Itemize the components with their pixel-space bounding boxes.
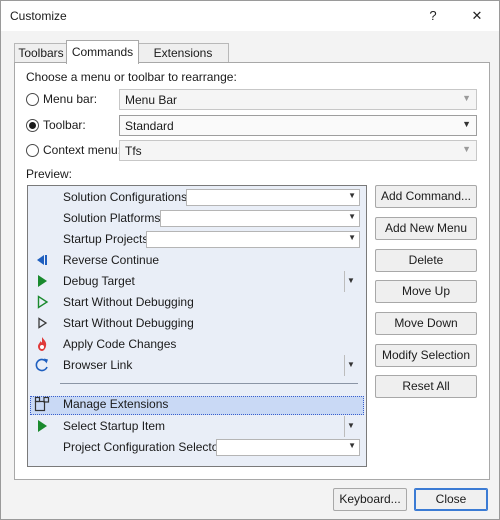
title-bar: Customize ? ✕	[1, 1, 499, 31]
play-outline-green-icon	[37, 295, 49, 309]
play-outline-icon	[38, 317, 48, 329]
context-menu-select[interactable]: Tfs ▼	[119, 140, 477, 161]
list-item[interactable]: Start Without Debugging	[28, 292, 366, 313]
chevron-down-icon: ▼	[347, 421, 355, 430]
list-item[interactable]: Solution Platforms ▼	[28, 208, 366, 229]
list-item-label: Startup Projects	[63, 232, 149, 246]
chevron-down-icon: ▼	[348, 441, 356, 450]
list-item[interactable]: Project Configuration Selector ▼	[28, 437, 366, 458]
chevron-down-icon: ▼	[462, 119, 471, 129]
chevron-down-icon: ▼	[462, 93, 471, 103]
solution-platforms-combo[interactable]: ▼	[160, 210, 360, 227]
close-button[interactable]: Close	[414, 488, 488, 511]
list-item-label: Project Configuration Selector	[63, 440, 223, 454]
toolbar-label: Toolbar:	[43, 118, 86, 132]
tab-label: Commands	[71, 45, 134, 59]
preview-label: Preview:	[26, 167, 73, 181]
move-up-button[interactable]: Move Up	[375, 280, 477, 303]
list-item-selected[interactable]: Manage Extensions	[28, 394, 366, 415]
window-title: Customize	[10, 9, 67, 23]
toolbar-radio[interactable]	[26, 119, 39, 132]
list-item-label: Start Without Debugging	[63, 295, 194, 309]
debug-target-dropdown[interactable]: ▼	[344, 271, 355, 292]
section-heading: Choose a menu or toolbar to rearrange:	[26, 70, 237, 84]
tab-label: Toolbars	[18, 46, 64, 60]
list-item-label: Reverse Continue	[63, 253, 160, 267]
list-item[interactable]: Select Startup Item ▼	[28, 416, 366, 437]
chevron-down-icon: ▼	[347, 276, 355, 285]
list-item[interactable]: Debug Target ▼	[28, 271, 366, 292]
list-item-label: Manage Extensions	[63, 397, 169, 411]
project-configuration-combo[interactable]: ▼	[216, 439, 360, 456]
play-green-icon	[38, 420, 47, 432]
menu-bar-label: Menu bar:	[43, 92, 98, 106]
startup-projects-combo[interactable]: ▼	[146, 231, 360, 248]
preview-list: Solution Configurations ▼ Solution Platf…	[27, 185, 367, 467]
add-command-button[interactable]: Add Command...	[375, 185, 477, 208]
menu-bar-radio[interactable]	[26, 93, 39, 106]
context-menu-radio[interactable]	[26, 144, 39, 157]
reverse-continue-icon	[37, 255, 47, 265]
tab-commands[interactable]: Commands	[66, 40, 139, 64]
menu-bar-value: Menu Bar	[125, 93, 178, 107]
separator	[60, 383, 358, 384]
delete-button[interactable]: Delete	[375, 249, 477, 272]
close-window-button[interactable]: ✕	[455, 1, 499, 31]
modify-selection-button[interactable]: Modify Selection	[375, 344, 477, 367]
list-item[interactable]: Reverse Continue	[28, 250, 366, 271]
context-menu-value: Tfs	[125, 144, 142, 158]
list-item-label: Start Without Debugging	[63, 316, 194, 330]
select-startup-item-dropdown[interactable]: ▼	[344, 416, 355, 437]
move-down-button[interactable]: Move Down	[375, 312, 477, 335]
context-menu-label: Context menu:	[43, 143, 122, 157]
list-item-label: Solution Configurations	[63, 190, 188, 204]
browser-link-dropdown[interactable]: ▼	[344, 355, 355, 376]
menu-bar-select[interactable]: Menu Bar ▼	[119, 89, 477, 110]
chevron-down-icon: ▼	[348, 233, 356, 242]
list-item-label: Apply Code Changes	[63, 337, 177, 351]
extensions-icon	[34, 396, 50, 412]
flame-icon	[38, 337, 47, 351]
list-item-label: Solution Platforms	[63, 211, 161, 225]
keyboard-button[interactable]: Keyboard...	[333, 488, 407, 511]
list-item[interactable]: Apply Code Changes	[28, 334, 366, 355]
play-green-icon	[38, 275, 47, 287]
toolbar-select[interactable]: Standard ▼	[119, 115, 477, 136]
list-item-label: Debug Target	[63, 274, 135, 288]
list-item[interactable]: Browser Link ▼	[28, 355, 366, 376]
list-item[interactable]: Startup Projects ▼	[28, 229, 366, 250]
add-new-menu-button[interactable]: Add New Menu	[375, 217, 477, 240]
toolbar-value: Standard	[125, 119, 174, 133]
list-item-label: Browser Link	[63, 358, 133, 372]
tab-toolbars[interactable]: Toolbars	[14, 43, 68, 63]
reset-all-button[interactable]: Reset All	[375, 375, 477, 398]
refresh-icon	[35, 358, 48, 372]
chevron-down-icon: ▼	[462, 144, 471, 154]
help-button[interactable]: ?	[411, 1, 455, 31]
solution-configurations-combo[interactable]: ▼	[186, 189, 360, 206]
customize-dialog: Customize ? ✕ Toolbars Commands Extensio…	[0, 0, 500, 520]
chevron-down-icon: ▼	[348, 191, 356, 200]
chevron-down-icon: ▼	[347, 360, 355, 369]
tab-extensions-menu[interactable]: Extensions Menu	[137, 43, 229, 79]
list-item[interactable]: Solution Configurations ▼	[28, 187, 366, 208]
list-item[interactable]: Start Without Debugging	[28, 313, 366, 334]
commands-panel: Choose a menu or toolbar to rearrange: M…	[14, 62, 490, 480]
chevron-down-icon: ▼	[348, 212, 356, 221]
list-item-label: Select Startup Item	[63, 419, 166, 433]
